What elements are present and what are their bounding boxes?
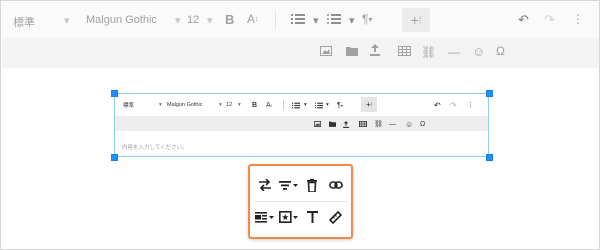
bullet-list-icon[interactable] xyxy=(327,13,341,25)
upload-icon[interactable] xyxy=(343,119,349,129)
resize-handle-bottom-left[interactable] xyxy=(111,154,118,161)
link-icon[interactable]: ⛓ xyxy=(374,119,383,129)
redo-icon[interactable]: ↷ xyxy=(450,100,457,110)
chevron-down-icon: ▾ xyxy=(238,102,241,108)
bullet-list-icon[interactable] xyxy=(315,100,323,110)
font-family-value: Malgun Gothic xyxy=(86,14,157,26)
emoji-icon[interactable]: ☺ xyxy=(472,44,485,59)
layout-dropdown-icon[interactable] xyxy=(254,210,276,224)
chevron-down-icon: ▾ xyxy=(219,102,222,108)
font-size-select[interactable]: 12 xyxy=(226,100,232,110)
folder-icon[interactable] xyxy=(346,46,358,56)
resize-handle-bottom-right[interactable] xyxy=(486,154,493,161)
paragraph-style-value: 標準 xyxy=(123,103,135,109)
ordered-list-icon[interactable] xyxy=(291,13,305,25)
horizontal-rule-icon[interactable]: — xyxy=(448,45,460,59)
toolbar-divider xyxy=(275,10,276,30)
chevron-down-icon: ▾ xyxy=(349,15,355,27)
text-style-icon[interactable]: A ↕ xyxy=(247,12,259,26)
font-size-select[interactable]: 12 xyxy=(187,14,199,26)
chevron-down-icon: ▾ xyxy=(207,15,213,27)
context-menu-row-1 xyxy=(254,178,347,192)
ordered-list-icon[interactable] xyxy=(292,100,300,110)
context-menu-row-2 xyxy=(254,210,347,224)
resize-handle-top-left[interactable] xyxy=(111,90,118,97)
resize-handle-top-right[interactable] xyxy=(486,90,493,97)
bold-icon[interactable]: B xyxy=(225,12,234,27)
text-style-icon[interactable]: A ↕ xyxy=(266,100,273,110)
paragraph-style-select[interactable]: 標準 xyxy=(13,14,35,30)
main-toolbar-row-2: ⛓ — ☺ Ω xyxy=(2,38,599,68)
font-size-value: 12 xyxy=(187,14,200,26)
embedded-toolbar-row-1: 標準 ▾ Malgun Gothic ▾ 12 ▾ B A ↕ ▾ ▾ ¶ ▾ + ⁞… xyxy=(115,94,488,116)
undo-icon[interactable]: ↶ xyxy=(518,12,529,28)
screenshot-frame: 標準 ▾ Malgun Gothic ▾ 12 ▾ B A ↕ ▾ ▾ ¶ ▾ + ⁞… xyxy=(0,0,600,250)
chevron-down-icon: ▾ xyxy=(313,15,319,27)
table-icon[interactable] xyxy=(398,46,411,56)
font-family-value: Malgun Gothic xyxy=(167,102,203,108)
paragraph-icon[interactable]: ¶ ▾ xyxy=(337,100,343,110)
chevron-down-icon: ▾ xyxy=(326,102,329,108)
redo-icon[interactable]: ↷ xyxy=(544,12,555,28)
chevron-down-icon: ▾ xyxy=(159,102,162,108)
bold-icon[interactable]: B xyxy=(252,100,257,110)
more-options-icon[interactable]: ⋮ xyxy=(572,12,584,26)
paragraph-style-value: 標準 xyxy=(13,17,35,29)
object-context-menu xyxy=(248,164,353,239)
editor-placeholder[interactable]: 内容を入力してください。 xyxy=(122,143,188,151)
font-size-value: 12 xyxy=(226,102,233,108)
text-icon[interactable] xyxy=(301,210,323,224)
chevron-down-icon: ▾ xyxy=(64,15,70,27)
insert-block-icon[interactable]: + ⁞ xyxy=(361,97,377,112)
emoji-icon[interactable]: ☺ xyxy=(405,119,413,129)
undo-icon[interactable]: ↶ xyxy=(434,100,441,110)
measure-icon[interactable] xyxy=(325,210,347,224)
chevron-down-icon: ▾ xyxy=(175,15,181,27)
folder-icon[interactable] xyxy=(329,119,336,129)
image-style-dropdown-icon[interactable] xyxy=(278,210,300,224)
chevron-down-icon: ▾ xyxy=(304,102,307,108)
paragraph-style-select[interactable]: 標準 xyxy=(123,100,134,110)
align-dropdown-icon[interactable] xyxy=(278,178,300,192)
embedded-editor[interactable]: 標準 ▾ Malgun Gothic ▾ 12 ▾ B A ↕ ▾ ▾ ¶ ▾ + ⁞… xyxy=(114,93,489,157)
more-options-icon[interactable]: ⋮ xyxy=(467,100,474,110)
delete-icon[interactable] xyxy=(301,178,323,192)
main-toolbar-row-1: 標準 ▾ Malgun Gothic ▾ 12 ▾ B A ↕ ▾ ▾ ¶ ▾ + ⁞… xyxy=(2,2,599,38)
image-icon[interactable] xyxy=(314,119,321,129)
upload-icon[interactable] xyxy=(370,44,380,56)
paragraph-icon[interactable]: ¶ ▾ xyxy=(362,12,372,26)
font-family-select[interactable]: Malgun Gothic xyxy=(86,14,157,26)
link-icon[interactable]: ⛓ xyxy=(421,45,436,59)
horizontal-rule-icon[interactable]: — xyxy=(389,119,396,129)
embedded-toolbar-row-2: ⛓ — ☺ Ω xyxy=(115,116,488,131)
toolbar-divider xyxy=(283,100,284,110)
link-icon[interactable] xyxy=(325,178,347,192)
special-character-icon[interactable]: Ω xyxy=(420,119,425,129)
font-family-select[interactable]: Malgun Gothic xyxy=(167,100,202,110)
context-menu-divider xyxy=(254,201,347,202)
table-icon[interactable] xyxy=(359,119,367,129)
special-character-icon[interactable]: Ω xyxy=(496,44,505,58)
swap-icon[interactable] xyxy=(254,178,276,192)
image-icon[interactable] xyxy=(320,46,332,56)
insert-block-icon[interactable]: + ⁞ xyxy=(402,8,430,32)
